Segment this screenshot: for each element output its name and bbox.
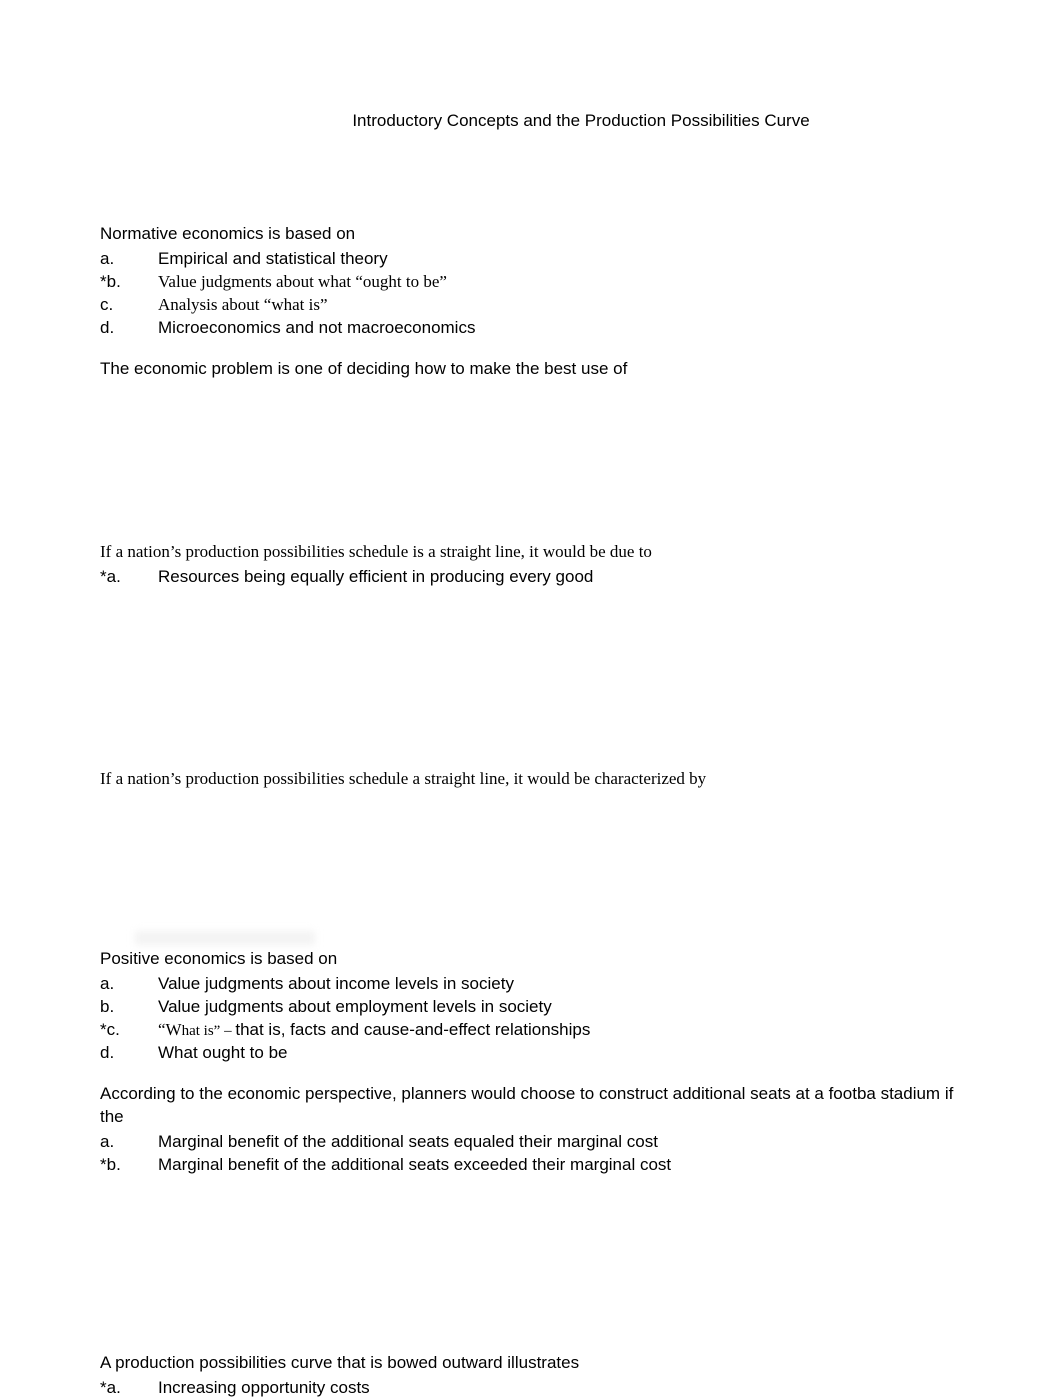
option-text-prefix: “W <box>158 1020 182 1039</box>
option-label: *b. <box>100 1154 158 1177</box>
option-label: *a. <box>100 1377 158 1400</box>
question-5: Positive economics is based on a. Value … <box>100 948 962 1065</box>
q1-option-c: c. Analysis about “what is” <box>100 294 962 317</box>
option-label: *a. <box>100 566 158 589</box>
q5-option-a: a. Value judgments about income levels i… <box>100 973 962 996</box>
q7-option-a: *a. Increasing opportunity costs <box>100 1377 962 1400</box>
question-2: The economic problem is one of deciding … <box>100 358 962 381</box>
option-text: Analysis about “what is” <box>158 294 962 317</box>
option-label: d. <box>100 1042 158 1065</box>
option-text: Value judgments about what “ought to be” <box>158 271 962 294</box>
q1-option-b: *b. Value judgments about what “ought to… <box>100 271 962 294</box>
option-label: d. <box>100 317 158 340</box>
option-text: Value judgments about income levels in s… <box>158 973 962 996</box>
option-text-mid: hat is” – <box>182 1023 236 1039</box>
q5-stem: Positive economics is based on <box>100 948 962 971</box>
option-label: *b. <box>100 271 158 294</box>
q7-stem: A production possibilities curve that is… <box>100 1352 962 1375</box>
option-label: b. <box>100 996 158 1019</box>
option-text: Microeconomics and not macroeconomics <box>158 317 962 340</box>
q6-stem: According to the economic perspective, p… <box>100 1083 962 1129</box>
q5-option-c: *c. “What is” – that is, facts and cause… <box>100 1019 962 1042</box>
question-6: According to the economic perspective, p… <box>100 1083 962 1177</box>
option-label: a. <box>100 973 158 996</box>
option-text: Increasing opportunity costs <box>158 1377 962 1400</box>
q5-option-d: d. What ought to be <box>100 1042 962 1065</box>
q6-option-a: a. Marginal benefit of the additional se… <box>100 1131 962 1154</box>
question-7: A production possibilities curve that is… <box>100 1352 962 1400</box>
q6-option-b: *b. Marginal benefit of the additional s… <box>100 1154 962 1177</box>
q5-option-b: b. Value judgments about employment leve… <box>100 996 962 1019</box>
q1-option-d: d. Microeconomics and not macroeconomics <box>100 317 962 340</box>
option-label: a. <box>100 248 158 271</box>
option-label: a. <box>100 1131 158 1154</box>
question-3: If a nation’s production possibilities s… <box>100 541 962 589</box>
question-1: Normative economics is based on a. Empir… <box>100 223 962 340</box>
option-label: c. <box>100 294 158 317</box>
option-text-suffix: that is, facts and cause-and-effect rela… <box>235 1020 590 1039</box>
option-text: Value judgments about employment levels … <box>158 996 962 1019</box>
q3-option-a: *a. Resources being equally efficient in… <box>100 566 962 589</box>
option-text: Marginal benefit of the additional seats… <box>158 1131 962 1154</box>
option-text: Empirical and statistical theory <box>158 248 962 271</box>
option-text: Resources being equally efficient in pro… <box>158 566 962 589</box>
option-text: Marginal benefit of the additional seats… <box>158 1154 962 1177</box>
q3-stem: If a nation’s production possibilities s… <box>100 541 962 564</box>
option-text: “What is” – that is, facts and cause-and… <box>158 1019 962 1042</box>
option-label: *c. <box>100 1019 158 1042</box>
q1-option-a: a. Empirical and statistical theory <box>100 248 962 271</box>
q1-stem: Normative economics is based on <box>100 223 962 246</box>
question-4: If a nation’s production possibilities s… <box>100 768 962 791</box>
q2-stem: The economic problem is one of deciding … <box>100 358 962 381</box>
page-title: Introductory Concepts and the Production… <box>100 110 962 133</box>
q4-stem: If a nation’s production possibilities s… <box>100 768 962 791</box>
blurred-placeholder <box>135 931 315 945</box>
option-text: What ought to be <box>158 1042 962 1065</box>
